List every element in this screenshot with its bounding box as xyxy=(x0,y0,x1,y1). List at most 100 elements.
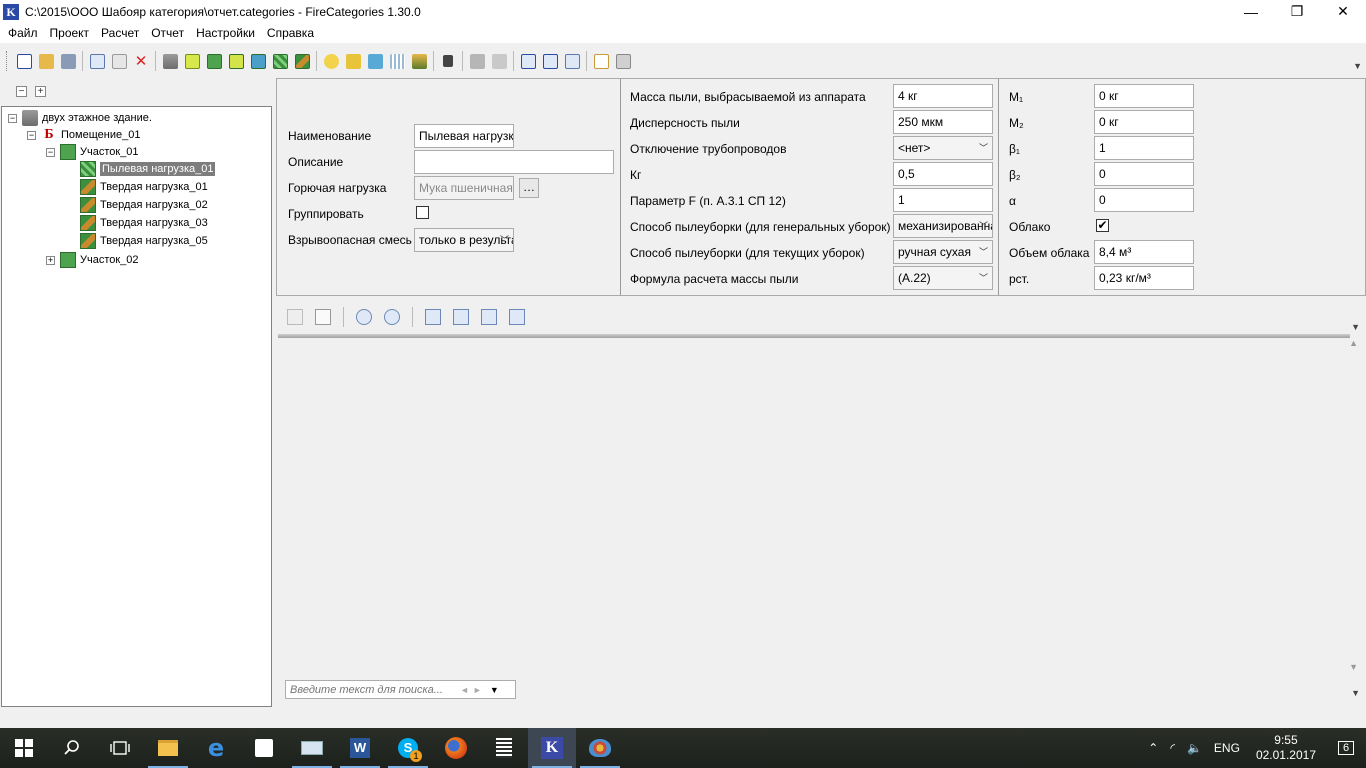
explosive-mix-select[interactable]: только в результате ﹀ xyxy=(414,228,514,252)
add-room-button[interactable] xyxy=(181,50,203,72)
general-cleaning-select[interactable]: механизированная ﹀ xyxy=(893,214,993,238)
add-gas-load-button[interactable] xyxy=(225,50,247,72)
report-toolbar-overflow-icon[interactable]: ▼ xyxy=(1351,322,1360,332)
single-page-button[interactable] xyxy=(478,306,500,328)
new-project-button[interactable] xyxy=(13,50,35,72)
tree-node-solid-load[interactable]: Твердая нагрузка_02 xyxy=(80,196,208,214)
tree-node-dust-load[interactable]: Пылевая нагрузка_01 xyxy=(80,160,216,178)
calculate-button[interactable] xyxy=(517,50,539,72)
formula-select[interactable]: (А.22) ﹀ xyxy=(893,266,993,290)
tree-expander[interactable]: − xyxy=(8,113,17,123)
m2-field[interactable]: 0 кг xyxy=(1094,110,1194,134)
delete-button[interactable]: ✕ xyxy=(130,50,152,72)
edge-taskbar-button[interactable]: e xyxy=(192,728,240,768)
volume-icon[interactable]: 🔈 xyxy=(1181,741,1208,755)
app-taskbar-button[interactable] xyxy=(288,728,336,768)
firefox-taskbar-button[interactable] xyxy=(432,728,480,768)
menu-file[interactable]: Файл xyxy=(2,23,44,43)
fit-page-button[interactable] xyxy=(422,306,444,328)
start-button[interactable] xyxy=(0,728,48,768)
toolbar-grip[interactable] xyxy=(6,51,9,71)
search-taskbar-button[interactable] xyxy=(48,728,96,768)
name-field[interactable]: Пылевая нагрузка_01 xyxy=(414,124,514,148)
description-field[interactable] xyxy=(414,150,614,174)
search-dropdown-button[interactable]: ▼ xyxy=(490,685,499,695)
tree-node-solid-load[interactable]: Твердая нагрузка_01 xyxy=(80,178,208,196)
calculator-taskbar-button[interactable] xyxy=(480,728,528,768)
alpha-field[interactable]: 0 xyxy=(1094,188,1194,212)
action-center-button[interactable]: 6 xyxy=(1326,728,1366,768)
tree-expander[interactable]: − xyxy=(27,130,36,140)
density-field[interactable]: 0,23 кг/м³ xyxy=(1094,266,1194,290)
paint-taskbar-button[interactable] xyxy=(576,728,624,768)
menu-calc[interactable]: Расчет xyxy=(95,23,145,43)
store-taskbar-button[interactable] xyxy=(240,728,288,768)
language-indicator[interactable]: ENG xyxy=(1208,741,1246,755)
search-input[interactable] xyxy=(286,683,456,696)
add-dust-load-button[interactable] xyxy=(269,50,291,72)
skype-taskbar-button[interactable]: S 1 xyxy=(384,728,432,768)
tree-expander[interactable]: − xyxy=(46,147,55,157)
tree-node-solid-load[interactable]: Твердая нагрузка_03 xyxy=(80,214,208,232)
preview-button[interactable] xyxy=(561,50,583,72)
m1-field[interactable]: 0 кг xyxy=(1094,84,1194,108)
tree-node-room[interactable]: − Б Помещение_01 xyxy=(27,126,140,144)
open-button[interactable] xyxy=(35,50,57,72)
beta2-field[interactable]: 0 xyxy=(1094,162,1194,186)
current-cleaning-select[interactable]: ручная сухая ﹀ xyxy=(893,240,993,264)
explorer-taskbar-button[interactable] xyxy=(144,728,192,768)
fuel-browse-button[interactable]: … xyxy=(519,178,539,198)
toolbar-overflow-icon[interactable]: ▼ xyxy=(1353,61,1362,71)
word-taskbar-button[interactable]: W xyxy=(336,728,384,768)
search-next-button[interactable]: ► xyxy=(473,685,482,695)
menu-project[interactable]: Проект xyxy=(44,23,96,43)
menu-settings[interactable]: Настройки xyxy=(190,23,261,43)
two-pages-button[interactable] xyxy=(506,306,528,328)
restore-button[interactable]: ❐ xyxy=(1274,0,1320,23)
add-solid-load-button[interactable] xyxy=(291,50,313,72)
network-icon[interactable]: ◜ xyxy=(1164,741,1181,755)
firecategories-taskbar-button[interactable]: K xyxy=(528,728,576,768)
tree-expander[interactable]: + xyxy=(46,255,55,265)
tools-button[interactable] xyxy=(437,50,459,72)
calculate-all-button[interactable] xyxy=(539,50,561,72)
parameter-f-field[interactable]: 1 xyxy=(893,188,993,212)
copy-button[interactable] xyxy=(86,50,108,72)
tree-node-area[interactable]: + Участок_02 xyxy=(46,251,139,269)
liquid-button[interactable] xyxy=(364,50,386,72)
cloud-checkbox[interactable]: ✔ xyxy=(1096,219,1109,232)
paste-button[interactable] xyxy=(108,50,130,72)
pipe-shutoff-select[interactable]: <нет> ﹀ xyxy=(893,136,993,160)
bottom-overflow-icon[interactable]: ▼ xyxy=(1351,688,1360,698)
report-view[interactable] xyxy=(276,338,1351,678)
equipment-button[interactable] xyxy=(466,50,488,72)
menu-report[interactable]: Отчет xyxy=(145,23,190,43)
task-view-button[interactable] xyxy=(96,728,144,768)
solid-button[interactable] xyxy=(408,50,430,72)
add-liquid-load-button[interactable] xyxy=(247,50,269,72)
fit-width-button[interactable] xyxy=(450,306,472,328)
expand-all-button[interactable]: + xyxy=(35,85,46,97)
beta1-field[interactable]: 1 xyxy=(1094,136,1194,160)
report-button[interactable] xyxy=(590,50,612,72)
scroll-up-icon[interactable]: ▲ xyxy=(1349,338,1358,348)
show-hidden-icons-button[interactable]: ⌃ xyxy=(1142,741,1164,755)
close-button[interactable]: ✕ xyxy=(1320,0,1366,23)
clock[interactable]: 9:55 02.01.2017 xyxy=(1246,733,1326,763)
collapse-all-button[interactable]: − xyxy=(16,85,27,97)
search-prev-button[interactable]: ◄ xyxy=(460,685,469,695)
dust-button[interactable] xyxy=(386,50,408,72)
tree-node-solid-load[interactable]: Твердая нагрузка_05 xyxy=(80,232,208,250)
minimize-button[interactable]: — xyxy=(1228,0,1274,23)
table-button[interactable] xyxy=(612,50,634,72)
kg-field[interactable]: 0,5 xyxy=(893,162,993,186)
dust-mass-field[interactable]: 4 кг xyxy=(893,84,993,108)
add-building-button[interactable] xyxy=(159,50,181,72)
tree-node-area[interactable]: − Участок_01 xyxy=(46,143,139,161)
menu-help[interactable]: Справка xyxy=(261,23,320,43)
dispersion-field[interactable]: 250 мкм xyxy=(893,110,993,134)
cloud-volume-field[interactable]: 8,4 м³ xyxy=(1094,240,1194,264)
scroll-down-icon[interactable]: ▼ xyxy=(1349,662,1358,672)
print-button[interactable] xyxy=(284,306,306,328)
copy-report-button[interactable] xyxy=(312,306,334,328)
